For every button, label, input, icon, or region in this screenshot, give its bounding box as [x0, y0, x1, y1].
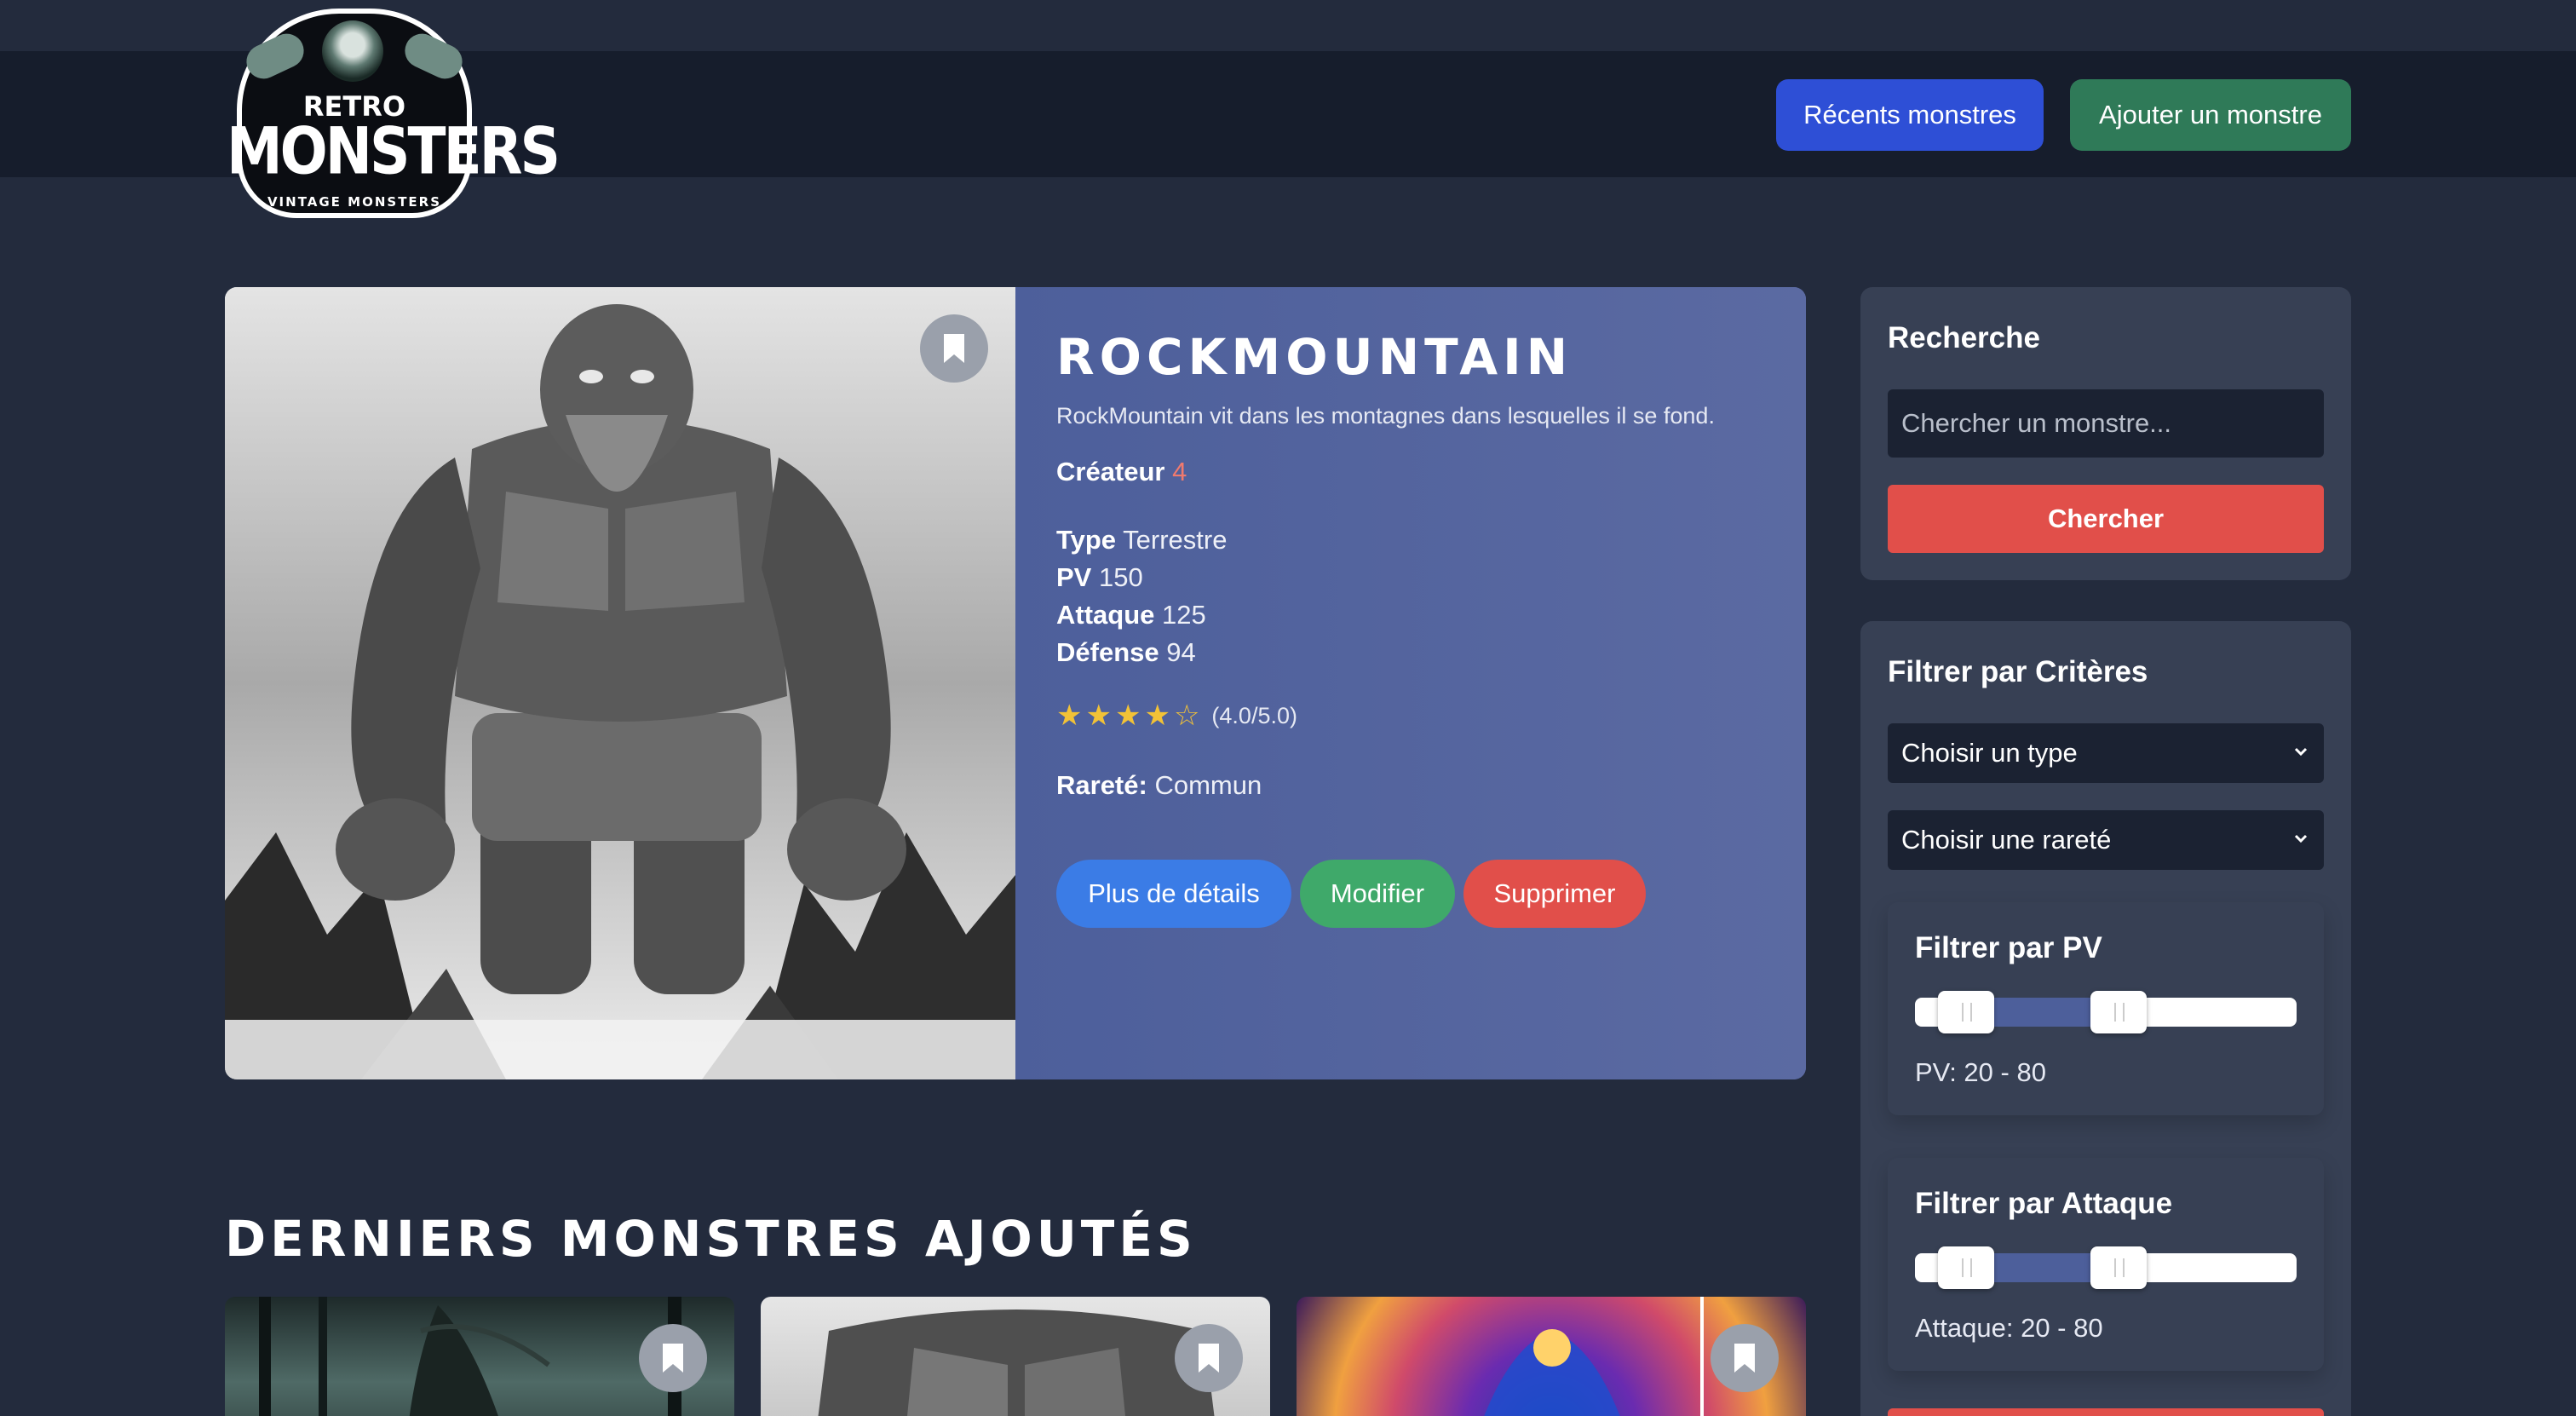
- star-icon: ★: [1114, 699, 1141, 732]
- hp-label: PV: [1056, 562, 1092, 592]
- creator-value[interactable]: 4: [1172, 457, 1187, 486]
- rarity-label: Rareté:: [1056, 770, 1147, 800]
- bookmark-button[interactable]: [1175, 1324, 1243, 1392]
- logo-vintage-text: VINTAGE MONSTERS: [267, 194, 442, 210]
- monster-name: ROCKMOUNTAIN: [1056, 328, 1573, 386]
- attack-slider-min-handle[interactable]: [1938, 1246, 1994, 1289]
- rating-stars: ★ ★ ★ ★ ☆ (4.0/5.0): [1056, 699, 1765, 733]
- edit-button[interactable]: Modifier: [1300, 860, 1455, 928]
- details-button[interactable]: Plus de détails: [1056, 860, 1291, 928]
- defense-row: Défense 94: [1056, 637, 1765, 668]
- rarity-select-value: Choisir une rareté: [1901, 825, 2112, 855]
- attack-filter: Filtrer par Attaque Attaque: 20 - 80: [1888, 1158, 2324, 1371]
- search-title: Recherche: [1888, 321, 2040, 354]
- attack-row: Attaque 125: [1056, 600, 1765, 630]
- hp-row: PV 150: [1056, 562, 1765, 593]
- recent-monster-card[interactable]: [761, 1297, 1270, 1416]
- star-icon: ★: [1085, 699, 1112, 732]
- attack-slider[interactable]: [1915, 1246, 2297, 1289]
- hp-filter: Filtrer par PV PV: 20 - 80: [1888, 902, 2324, 1115]
- search-button[interactable]: Chercher: [1888, 485, 2324, 553]
- featured-monster-card: ROCKMOUNTAIN RockMountain vit dans les m…: [225, 287, 1806, 1079]
- star-icon: ★: [1056, 699, 1083, 732]
- monster-info-panel: ROCKMOUNTAIN RockMountain vit dans les m…: [1015, 287, 1806, 1079]
- attack-range-text: Attaque: 20 - 80: [1915, 1313, 2103, 1343]
- add-monster-button[interactable]: Ajouter un monstre: [2070, 79, 2351, 151]
- delete-button[interactable]: Supprimer: [1463, 860, 1646, 928]
- retro-monsters-logo[interactable]: RETRO MONSTERS VINTAGE MONSTERS: [227, 9, 561, 220]
- type-value: Terrestre: [1123, 525, 1228, 555]
- hp-value: 150: [1098, 562, 1143, 592]
- type-row: Type Terrestre: [1056, 525, 1765, 555]
- attack-filter-title: Filtrer par Attaque: [1915, 1187, 2173, 1220]
- hp-filter-title: Filtrer par PV: [1915, 931, 2102, 964]
- bookmark-icon: [663, 1344, 683, 1373]
- logo-monster-face: [322, 20, 383, 82]
- star-icon: ★: [1144, 699, 1170, 732]
- recent-section-title: DERNIERS MONSTRES AJOUTÉS: [225, 1210, 1197, 1268]
- filter-title: Filtrer par Critères: [1888, 655, 2148, 688]
- filter-panel: Filtrer par Critères Choisir un type Cho…: [1860, 621, 2351, 1416]
- bookmark-button[interactable]: [639, 1324, 707, 1392]
- logo-monsters-text: MONSTERS: [227, 113, 561, 189]
- attack-label: Attaque: [1056, 600, 1155, 630]
- defense-label: Défense: [1056, 637, 1159, 667]
- chevron-down-icon: [2294, 834, 2308, 843]
- monster-description: RockMountain vit dans les montagnes dans…: [1056, 403, 1715, 429]
- hp-slider-min-handle[interactable]: [1938, 991, 1994, 1033]
- attack-slider-max-handle[interactable]: [2090, 1246, 2147, 1289]
- creator-label: Créateur: [1056, 457, 1165, 486]
- apply-filter-button[interactable]: [1888, 1408, 2324, 1416]
- star-empty-icon: ☆: [1173, 699, 1200, 732]
- bookmark-button[interactable]: [920, 314, 988, 383]
- hp-range-text: PV: 20 - 80: [1915, 1057, 2046, 1087]
- recent-monster-card[interactable]: [1297, 1297, 1806, 1416]
- hp-slider-max-handle[interactable]: [2090, 991, 2147, 1033]
- rock-giant-illustration: [225, 287, 1015, 1079]
- search-panel: Recherche Chercher: [1860, 287, 2351, 580]
- type-select[interactable]: Choisir un type: [1888, 723, 2324, 783]
- search-input[interactable]: [1888, 389, 2324, 458]
- chevron-down-icon: [2294, 747, 2308, 757]
- rarity-row: Rareté: Commun: [1056, 770, 1765, 801]
- rating-text: (4.0/5.0): [1211, 702, 1297, 728]
- rarity-value: Commun: [1154, 770, 1262, 800]
- bookmark-icon: [944, 334, 964, 363]
- bookmark-icon: [1734, 1344, 1755, 1373]
- hp-slider[interactable]: [1915, 991, 2297, 1033]
- bookmark-button[interactable]: [1711, 1324, 1779, 1392]
- monster-image: [225, 287, 1015, 1079]
- creator-row: Créateur 4: [1056, 457, 1765, 487]
- rarity-select[interactable]: Choisir une rareté: [1888, 810, 2324, 870]
- bookmark-icon: [1199, 1344, 1219, 1373]
- recent-monsters-button[interactable]: Récents monstres: [1776, 79, 2044, 151]
- defense-value: 94: [1166, 637, 1196, 667]
- type-label: Type: [1056, 525, 1117, 555]
- attack-value: 125: [1162, 600, 1206, 630]
- type-select-value: Choisir un type: [1901, 738, 2078, 768]
- recent-monster-card[interactable]: [225, 1297, 734, 1416]
